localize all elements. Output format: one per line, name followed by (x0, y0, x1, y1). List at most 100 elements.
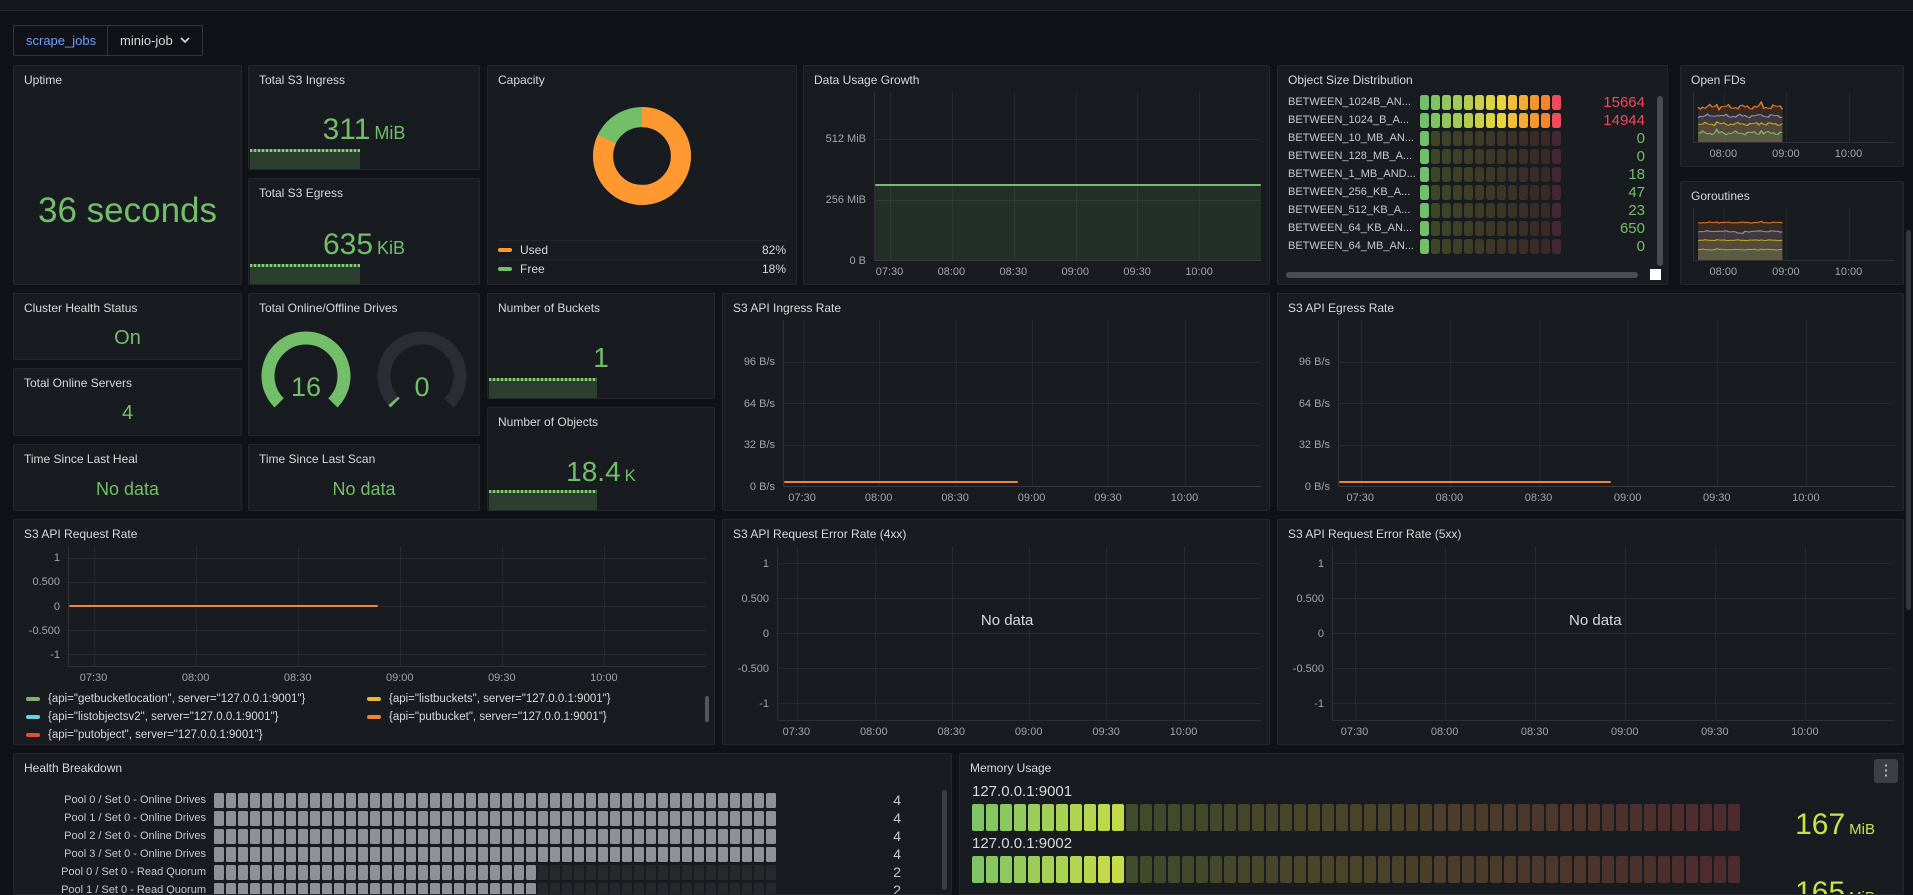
panel-title[interactable]: Object Size Distribution (1278, 66, 1667, 91)
heatmap-cell[interactable] (1508, 95, 1517, 110)
heatmap-cell[interactable] (1486, 239, 1495, 254)
heatmap-cell[interactable] (1541, 113, 1550, 128)
heatmap-cell[interactable] (1519, 167, 1528, 182)
panel-title[interactable]: Health Breakdown (14, 754, 951, 779)
heatmap-cell[interactable] (1497, 149, 1506, 164)
heatmap-cell[interactable] (1464, 203, 1473, 218)
heatmap-cell[interactable] (1552, 149, 1561, 164)
heatmap-cell[interactable] (1420, 221, 1429, 236)
heatmap-cell[interactable] (1442, 203, 1451, 218)
heatmap-cell[interactable] (1552, 203, 1561, 218)
heatmap-cell[interactable] (1475, 149, 1484, 164)
heatmap-row-label[interactable]: BETWEEN_128_MB_A... (1288, 150, 1420, 162)
s3-error-5xx-chart[interactable]: 10.5000-0.500-1No data07:3008:0008:3009:… (1284, 546, 1895, 740)
heatmap-cell[interactable] (1442, 149, 1451, 164)
heatmap-cell[interactable] (1541, 149, 1550, 164)
heatmap-cell[interactable] (1453, 95, 1462, 110)
heatmap-cell[interactable] (1431, 167, 1440, 182)
scroll-corner[interactable] (1650, 269, 1661, 280)
heatmap-cell[interactable] (1519, 131, 1528, 146)
heatmap-cell[interactable] (1552, 113, 1561, 128)
vertical-scrollbar[interactable] (942, 790, 947, 890)
heatmap-cell[interactable] (1530, 167, 1539, 182)
heatmap-cell[interactable] (1541, 167, 1550, 182)
heatmap-row-label[interactable]: BETWEEN_1_MB_AND... (1288, 168, 1420, 180)
panel-title[interactable]: Data Usage Growth (804, 66, 1269, 91)
heatmap-cell[interactable] (1431, 203, 1440, 218)
heatmap-row-label[interactable]: BETWEEN_512_KB_A... (1288, 204, 1420, 216)
heatmap-cell[interactable] (1442, 167, 1451, 182)
heatmap-cell[interactable] (1552, 131, 1561, 146)
heatmap-cell[interactable] (1530, 95, 1539, 110)
heatmap-cell[interactable] (1486, 221, 1495, 236)
heatmap-cell[interactable] (1497, 185, 1506, 200)
heatmap-cell[interactable] (1464, 95, 1473, 110)
horizontal-scrollbar[interactable] (1286, 272, 1638, 278)
heatmap-cell[interactable] (1453, 203, 1462, 218)
heatmap-cell[interactable] (1497, 167, 1506, 182)
heatmap-cell[interactable] (1530, 221, 1539, 236)
heatmap-cell[interactable] (1431, 185, 1440, 200)
heatmap-cell[interactable] (1453, 131, 1462, 146)
heatmap-cell[interactable] (1519, 239, 1528, 254)
heatmap-cell[interactable] (1420, 149, 1429, 164)
panel-title[interactable]: S3 API Egress Rate (1278, 294, 1903, 319)
heatmap-cell[interactable] (1530, 131, 1539, 146)
heatmap-cell[interactable] (1464, 149, 1473, 164)
heatmap-cell[interactable] (1431, 221, 1440, 236)
legend-item[interactable]: {api="putbucket", server="127.0.0.1:9001… (367, 708, 700, 726)
heatmap-cell[interactable] (1475, 95, 1484, 110)
heatmap-cell[interactable] (1508, 203, 1517, 218)
heatmap-cell[interactable] (1464, 185, 1473, 200)
heatmap-cell[interactable] (1497, 221, 1506, 236)
health-row-label[interactable]: Pool 2 / Set 0 - Online Drives (26, 830, 214, 842)
heatmap-cell[interactable] (1442, 113, 1451, 128)
heatmap-cell[interactable] (1552, 95, 1561, 110)
heatmap-cell[interactable] (1519, 221, 1528, 236)
heatmap-cell[interactable] (1453, 167, 1462, 182)
heatmap-cell[interactable] (1442, 239, 1451, 254)
heatmap-cell[interactable] (1442, 185, 1451, 200)
heatmap-cell[interactable] (1541, 203, 1550, 218)
open-fds-chart[interactable]: 08:0009:0010:00 (1687, 92, 1895, 162)
heatmap-cell[interactable] (1464, 131, 1473, 146)
health-row-label[interactable]: Pool 0 / Set 0 - Online Drives (26, 794, 214, 806)
heatmap-row-label[interactable]: BETWEEN_256_KB_A... (1288, 186, 1420, 198)
heatmap-cell[interactable] (1519, 185, 1528, 200)
data-usage-growth-chart[interactable]: 512 MiB256 MiB0 B07:3008:0008:3009:0009:… (810, 92, 1261, 280)
panel-title[interactable]: S3 API Request Error Rate (4xx) (723, 520, 1269, 545)
heatmap-cell[interactable] (1530, 203, 1539, 218)
heatmap-cell[interactable] (1453, 149, 1462, 164)
heatmap-cell[interactable] (1508, 113, 1517, 128)
heatmap-cell[interactable] (1486, 203, 1495, 218)
capacity-legend-row[interactable]: Free18% (498, 259, 786, 278)
heatmap-cell[interactable] (1453, 239, 1462, 254)
heatmap-cell[interactable] (1508, 149, 1517, 164)
heatmap-cell[interactable] (1420, 113, 1429, 128)
heatmap-cell[interactable] (1442, 131, 1451, 146)
heatmap-cell[interactable] (1508, 185, 1517, 200)
heatmap-row-label[interactable]: BETWEEN_1024B_AN... (1288, 96, 1420, 108)
heatmap-row-label[interactable]: BETWEEN_10_MB_AN... (1288, 132, 1420, 144)
legend-scrollbar[interactable] (705, 696, 709, 722)
panel-title[interactable]: Open FDs (1681, 66, 1903, 91)
heatmap-cell[interactable] (1420, 185, 1429, 200)
heatmap-cell[interactable] (1541, 221, 1550, 236)
heatmap-cell[interactable] (1475, 167, 1484, 182)
heatmap-cell[interactable] (1519, 203, 1528, 218)
heatmap-cell[interactable] (1420, 95, 1429, 110)
heatmap-cell[interactable] (1475, 185, 1484, 200)
heatmap-cell[interactable] (1486, 185, 1495, 200)
heatmap-cell[interactable] (1475, 113, 1484, 128)
heatmap-cell[interactable] (1530, 185, 1539, 200)
heatmap-cell[interactable] (1420, 203, 1429, 218)
heatmap-cell[interactable] (1486, 95, 1495, 110)
legend-item[interactable]: {api="listbuckets", server="127.0.0.1:90… (367, 690, 700, 708)
heatmap-cell[interactable] (1541, 95, 1550, 110)
heatmap-cell[interactable] (1431, 113, 1440, 128)
heatmap-row-label[interactable]: BETWEEN_64_KB_AN... (1288, 222, 1420, 234)
heatmap-cell[interactable] (1431, 95, 1440, 110)
heatmap-cell[interactable] (1464, 167, 1473, 182)
heatmap-cell[interactable] (1508, 131, 1517, 146)
panel-title[interactable]: Goroutines (1681, 182, 1903, 207)
